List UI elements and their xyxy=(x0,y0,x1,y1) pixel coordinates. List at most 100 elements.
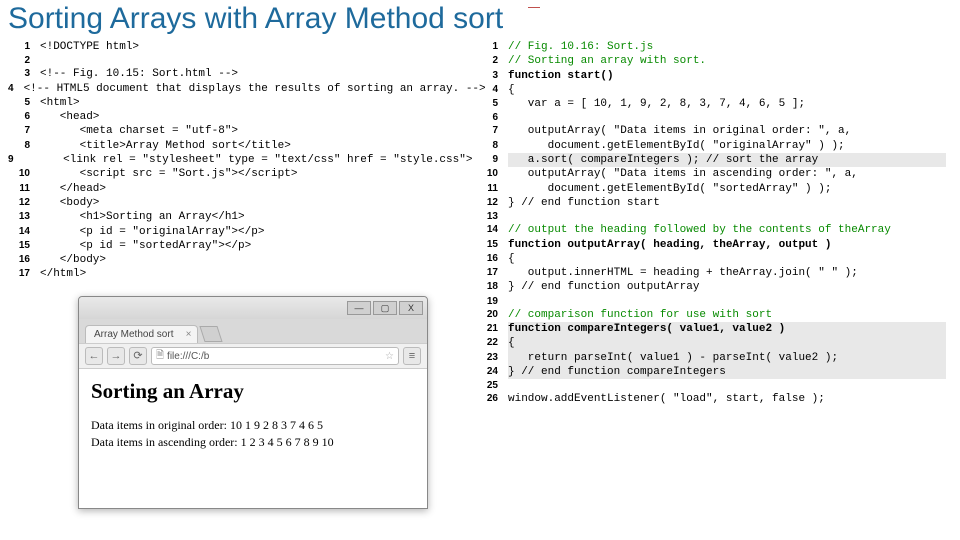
code-line: 11 </head> xyxy=(8,182,468,196)
reload-button[interactable]: ⟳ xyxy=(129,347,147,365)
code-line: 8 document.getElementById( "originalArra… xyxy=(476,139,946,153)
code-line: 26 window.addEventListener( "load", start… xyxy=(476,392,946,406)
code-line: 5<html> xyxy=(8,96,468,110)
browser-tab[interactable]: Array Method sort × xyxy=(85,325,198,343)
menu-button[interactable]: ≡ xyxy=(403,347,421,365)
line-number: 22 xyxy=(476,336,498,350)
line-number: 3 xyxy=(476,69,498,83)
code-text: </body> xyxy=(40,253,468,267)
bookmark-star-icon[interactable]: ☆ xyxy=(385,351,394,362)
close-button[interactable]: X xyxy=(399,301,423,315)
code-text: var a = [ 10, 1, 9, 2, 8, 3, 7, 4, 6, 5 … xyxy=(508,97,946,111)
new-tab-button[interactable] xyxy=(200,326,223,342)
line-number: 2 xyxy=(476,54,498,68)
line-number: 24 xyxy=(476,365,498,379)
browser-window: — ▢ X Array Method sort × ← → ⟳ 🗎 file:/… xyxy=(78,296,428,509)
code-text: window.addEventListener( "load", start, … xyxy=(508,392,946,406)
code-text: { xyxy=(508,336,946,350)
code-text: // output the heading followed by the co… xyxy=(508,223,946,237)
code-line: 4{ xyxy=(476,83,946,97)
line-number: 7 xyxy=(476,124,498,138)
code-line: 7 outputArray( "Data items in original o… xyxy=(476,124,946,138)
code-text: function start() xyxy=(508,69,946,83)
line-number: 20 xyxy=(476,308,498,322)
line-number: 17 xyxy=(8,267,30,281)
code-line: 8 <title>Array Method sort</title> xyxy=(8,139,468,153)
code-text: { xyxy=(508,252,946,266)
line-number: 3 xyxy=(8,67,30,81)
code-text: <!-- HTML5 document that displays the re… xyxy=(24,82,486,96)
line-number: 15 xyxy=(476,238,498,252)
code-text: } // end function outputArray xyxy=(508,280,946,294)
line-number: 16 xyxy=(476,252,498,266)
line-number: 10 xyxy=(476,167,498,181)
address-bar[interactable]: 🗎 file:///C:/b ☆ xyxy=(151,347,399,365)
file-icon: 🗎 xyxy=(156,348,164,365)
code-text: <!DOCTYPE html> xyxy=(40,40,468,54)
code-text xyxy=(508,111,946,124)
code-line: 18 } // end function outputArray xyxy=(476,280,946,294)
line-number: 1 xyxy=(476,40,498,54)
line-number: 21 xyxy=(476,322,498,336)
code-line: 17</html> xyxy=(8,267,468,281)
back-button[interactable]: ← xyxy=(85,347,103,365)
line-number: 11 xyxy=(8,182,30,196)
line-number: 16 xyxy=(8,253,30,267)
code-text: // Sorting an array with sort. xyxy=(508,54,946,68)
code-text: { xyxy=(508,83,946,97)
code-line: 25 xyxy=(476,379,946,392)
sorted-array-output: Data items in ascending order: 1 2 3 4 5… xyxy=(91,435,415,450)
tab-close-icon[interactable]: × xyxy=(186,329,192,340)
code-text: output.innerHTML = heading + theArray.jo… xyxy=(508,266,946,280)
line-number: 19 xyxy=(476,295,498,308)
code-line: 14 <p id = "originalArray"></p> xyxy=(8,225,468,239)
line-number: 4 xyxy=(8,82,14,96)
code-text: <meta charset = "utf-8"> xyxy=(40,124,468,138)
code-line: 6 xyxy=(476,111,946,124)
code-text: outputArray( "Data items in ascending or… xyxy=(508,167,946,181)
code-text: } // end function compareIntegers xyxy=(508,365,946,379)
url-text: file:///C:/b xyxy=(167,351,209,362)
code-line: 13 xyxy=(476,210,946,223)
code-line: 11 document.getElementById( "sortedArray… xyxy=(476,182,946,196)
code-line: 20// comparison function for use with so… xyxy=(476,308,946,322)
code-text: } // end function start xyxy=(508,196,946,210)
code-line: 5 var a = [ 10, 1, 9, 2, 8, 3, 7, 4, 6, … xyxy=(476,97,946,111)
line-number: 9 xyxy=(476,153,498,167)
code-line: 19 xyxy=(476,295,946,308)
code-text: <title>Array Method sort</title> xyxy=(40,139,468,153)
code-text: function compareIntegers( value1, value2… xyxy=(508,322,946,336)
rendered-page: Sorting an Array Data items in original … xyxy=(79,369,427,462)
maximize-button[interactable]: ▢ xyxy=(373,301,397,315)
line-number: 6 xyxy=(476,111,498,124)
code-text xyxy=(508,295,946,308)
line-number: 13 xyxy=(476,210,498,223)
forward-button[interactable]: → xyxy=(107,347,125,365)
minimize-button[interactable]: — xyxy=(347,301,371,315)
code-text: outputArray( "Data items in original ord… xyxy=(508,124,946,138)
page-heading: Sorting an Array xyxy=(91,379,415,404)
code-text xyxy=(508,210,946,223)
window-titlebar: — ▢ X xyxy=(79,297,427,319)
code-line: 22 { xyxy=(476,336,946,350)
line-number: 6 xyxy=(8,110,30,124)
code-line: 12} // end function start xyxy=(476,196,946,210)
code-line: 4<!-- HTML5 document that displays the r… xyxy=(8,82,468,96)
browser-tabbar: Array Method sort × xyxy=(79,319,427,343)
line-number: 5 xyxy=(476,97,498,111)
code-text: <h1>Sorting an Array</h1> xyxy=(40,210,468,224)
code-line: 23 return parseInt( value1 ) - parseInt(… xyxy=(476,351,946,365)
line-number: 18 xyxy=(476,280,498,294)
line-number: 10 xyxy=(8,167,30,181)
code-text: <head> xyxy=(40,110,468,124)
code-line: 15 <p id = "sortedArray"></p> xyxy=(8,239,468,253)
code-line: 12 <body> xyxy=(8,196,468,210)
line-number: 5 xyxy=(8,96,30,110)
code-text: a.sort( compareIntegers ); // sort the a… xyxy=(508,153,946,167)
code-line: 10 <script src = "Sort.js"></script> xyxy=(8,167,468,181)
line-number: 23 xyxy=(476,351,498,365)
code-line: 16 { xyxy=(476,252,946,266)
code-text: <p id = "originalArray"></p> xyxy=(40,225,468,239)
line-number: 26 xyxy=(476,392,498,406)
code-line: 6 <head> xyxy=(8,110,468,124)
